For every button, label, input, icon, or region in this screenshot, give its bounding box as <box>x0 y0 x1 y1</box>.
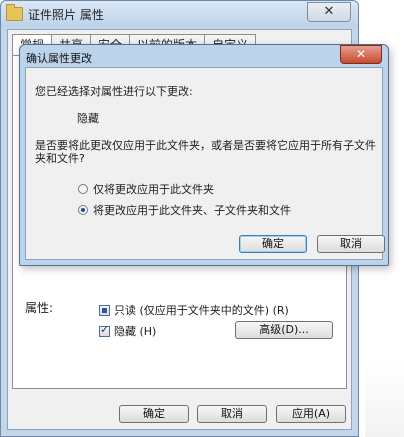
advanced-button[interactable]: 高级(D)... <box>235 321 333 339</box>
radio-apply-all-label: 将更改应用于此文件夹、子文件夹和文件 <box>93 204 291 217</box>
readonly-checkbox-box[interactable] <box>99 305 110 316</box>
hidden-checkbox-label: 隐藏 (H) <box>114 325 157 338</box>
radio-folder-only[interactable]: 仅将更改应用于此文件夹 <box>78 181 214 197</box>
dialog-client-area: 您已经选择对属性进行以下更改: 隐藏 是否要将此更改仅应用于此文件夹，或者是否要… <box>25 67 385 260</box>
desktop-background <box>365 360 404 437</box>
readonly-checkbox-label: 只读 (仅应用于文件夹中的文件) (R) <box>114 304 289 317</box>
dialog-ok-button[interactable]: 确定 <box>239 235 307 253</box>
properties-close-button[interactable]: ✕ <box>307 2 351 22</box>
properties-titlebar[interactable]: 证件照片 属性 ✕ <box>1 1 358 27</box>
radio-folder-only-label: 仅将更改应用于此文件夹 <box>93 183 214 196</box>
changed-attribute: 隐藏 <box>77 112 99 125</box>
radio-folder-only-circle[interactable] <box>78 184 88 194</box>
dialog-cancel-button[interactable]: 取消 <box>317 235 385 253</box>
hidden-checkbox[interactable]: 隐藏 (H) <box>99 323 156 339</box>
hidden-checkbox-box[interactable] <box>99 323 110 337</box>
radio-apply-all[interactable]: 将更改应用于此文件夹、子文件夹和文件 <box>78 202 291 218</box>
properties-ok-button[interactable]: 确定 <box>119 405 189 423</box>
properties-apply-button[interactable]: 应用(A) <box>276 405 346 423</box>
dialog-question: 是否要将此更改仅应用于此文件夹，或者是否要将它应用于所有子文件夹和文件? <box>35 139 376 165</box>
folder-icon <box>6 4 23 21</box>
attributes-label: 属性: <box>25 301 54 315</box>
properties-window-title: 证件照片 属性 <box>28 8 104 22</box>
radio-apply-all-circle[interactable] <box>78 205 88 215</box>
confirm-attribute-dialog: 确认属性更改 ✕ 您已经选择对属性进行以下更改: 隐藏 是否要将此更改仅应用于此… <box>19 44 389 266</box>
readonly-checkbox[interactable]: 只读 (仅应用于文件夹中的文件) (R) <box>99 302 289 318</box>
properties-cancel-button[interactable]: 取消 <box>197 405 267 423</box>
dialog-message: 您已经选择对属性进行以下更改: <box>35 85 193 98</box>
dialog-close-button[interactable]: ✕ <box>340 45 382 64</box>
dialog-title: 确认属性更改 <box>26 52 92 65</box>
